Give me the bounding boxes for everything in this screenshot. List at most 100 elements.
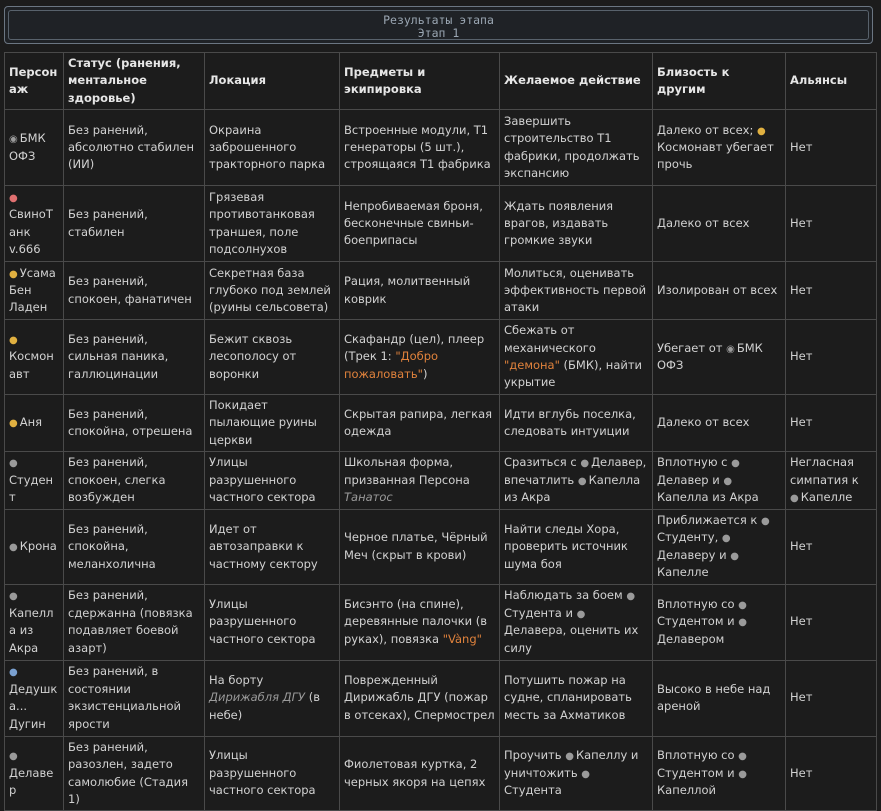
status-cell: Без ранений, разозлен, задето самолюбие …	[63, 735, 205, 811]
items-cell: Непробиваемая броня, бесконечные свиньи-…	[339, 185, 500, 263]
alliances-cell: Нет	[785, 735, 877, 811]
items-cell: Скрытая рапира, легкая одежда	[339, 393, 500, 453]
location-cell: На борту Дирижабля ДГУ (в небе)	[204, 659, 340, 737]
status-cell: Без ранений, абсолютно стабилен (ИИ)	[63, 109, 205, 187]
user-icon: ●	[9, 542, 18, 554]
astronaut-icon: ●	[9, 334, 18, 346]
location-cell: Окраина заброшенного тракторного парка	[204, 109, 340, 187]
items-cell: Поврежденный Дирижабль ДГУ (пожар в отсе…	[339, 659, 500, 737]
old-man-icon: ●	[9, 667, 18, 679]
column-header: Персонаж	[4, 51, 64, 111]
user-icon: ●	[761, 516, 770, 528]
location-cell: Бежит сквозь лесополосу от воронки	[204, 319, 340, 395]
alliances-cell: Нет	[785, 659, 877, 737]
items-cell: Черное платье, Чёрный Меч (скрыт в крови…	[339, 509, 500, 585]
stage-results-header: Результаты этапа Этап 1	[4, 6, 873, 44]
location-cell: Покидает пылающие руины церкви	[204, 393, 340, 453]
user-icon: ●	[577, 475, 587, 487]
column-header: Близость к другим	[652, 51, 786, 111]
user-icon: ●	[738, 617, 748, 629]
character-cell: ● Капелла из Акра	[4, 583, 64, 661]
action-cell: Потушить пожар на судне, спланировать ме…	[499, 659, 653, 737]
alliances-cell: Негласная симпатия к ● Капелле	[785, 451, 877, 511]
action-cell: Наблюдать за боем ●Студента и ●Делавера,…	[499, 583, 653, 661]
location-cell: Грязевая противотанковая траншея, поле п…	[204, 185, 340, 263]
header-subtitle: Этап 1	[417, 26, 460, 40]
character-cell: ● Студент	[4, 451, 64, 511]
user-icon: ●	[723, 475, 733, 487]
alliances-cell: Нет	[785, 185, 877, 263]
proximity-cell: Вплотную со ●Студентом и ●Делавером	[652, 583, 786, 661]
action-text-pre: Сбежать от механического	[504, 323, 596, 355]
character-name: Аня	[19, 415, 43, 430]
user-icon: ●	[9, 458, 18, 470]
user-icon: ●	[581, 768, 591, 780]
character-name: Дедушка... Дугин	[9, 681, 58, 731]
user-icon: ●	[580, 458, 590, 470]
persona-name: Танатос	[344, 490, 393, 505]
action-cell: Найти следы Хора, проверить источник шум…	[499, 509, 653, 585]
proximity-cell: Далеко от всех	[652, 185, 786, 263]
user-icon: ●	[9, 751, 18, 763]
action-cell: Завершить строительство Т1 фабрики, прод…	[499, 109, 653, 187]
demon-quote: "демона"	[504, 358, 560, 373]
items-cell: Бисэнто (на спине), деревянные палочки (…	[339, 583, 500, 661]
table-row: ● Космонавт Без ранений, сильная паника, …	[4, 319, 877, 395]
girl-icon: ●	[9, 418, 18, 430]
proximity-text-pre: Убегает от	[657, 340, 727, 355]
proximity-cell: Высоко в небе над ареной	[652, 659, 786, 737]
action-cell: Ждать появления врагов, издавать громкие…	[499, 185, 653, 263]
character-cell: ◉ БМК ОФЗ	[4, 109, 64, 187]
alliances-cell: Нет	[785, 509, 877, 585]
user-icon: ●	[576, 608, 586, 620]
location-cell: Секретная база глубоко под землей (руины…	[204, 261, 340, 321]
user-icon: ●	[565, 751, 574, 763]
status-cell: Без ранений, в состоянии экзистенциально…	[63, 659, 205, 737]
column-header: Статус (ранения, ментальное здоровье)	[63, 51, 205, 111]
character-cell: ● Крона	[4, 509, 64, 585]
location-cell: Улицы разрушенного частного сектора	[204, 735, 340, 811]
character-name: Студент	[9, 472, 54, 505]
location-cell: Улицы разрушенного частного сектора	[204, 583, 340, 661]
alliances-cell: Нет	[785, 393, 877, 453]
character-cell: ● Космонавт	[4, 319, 64, 395]
astronaut-icon: ●	[757, 125, 766, 137]
proximity-cell: Приближается к ●Студенту, ●Делаверу и ●К…	[652, 509, 786, 585]
items-text-post: )	[422, 366, 428, 381]
character-name: Делавер	[9, 765, 54, 798]
table-row: ● Усама Бен Ладен Без ранений, спокоен, ф…	[4, 261, 877, 321]
status-cell: Без ранений, сильная паника, галлюцинаци…	[63, 319, 205, 395]
location-cell: Улицы разрушенного частного сектора	[204, 451, 340, 511]
table-header-row: Персонаж Статус (ранения, ментальное здо…	[4, 51, 877, 111]
table-row: ● Делавер Без ранений, разозлен, задето с…	[4, 735, 877, 811]
character-name: СвиноТанк v.666	[9, 207, 53, 257]
proximity-cell: Далеко от всех	[652, 393, 786, 453]
table-row: ● Крона Без ранений, спокойна, меланхолич…	[4, 509, 877, 585]
proximity-cell: Изолирован от всех	[652, 261, 786, 321]
items-cell: Скафандр (цел), плеер (Трек 1: "Добро по…	[339, 319, 500, 395]
action-cell: Молиться, оценивать эффективность первой…	[499, 261, 653, 321]
user-icon: ●	[738, 751, 747, 763]
character-cell: ● Делавер	[4, 735, 64, 811]
column-header: Альянсы	[785, 51, 877, 111]
character-name: Крона	[19, 539, 57, 554]
alliances-cell: Нет	[785, 319, 877, 395]
action-cell: Проучить ● Капеллу и уничтожить ●Студента	[499, 735, 653, 811]
table-row: ● Аня Без ранений, спокойна, отрешена Пок…	[4, 393, 877, 453]
alliances-cell: Нет	[785, 261, 877, 321]
robot-icon: ◉	[9, 134, 18, 146]
character-name: Капелла из Акра	[9, 605, 54, 655]
table-row: ● СвиноТанк v.666 Без ранений, стабилен Г…	[4, 185, 877, 263]
proximity-text-post: Космонавт убегает прочь	[657, 140, 774, 172]
user-icon: ●	[730, 550, 739, 562]
status-cell: Без ранений, спокоен, слегка возбужден	[63, 451, 205, 511]
results-table: Персонаж Статус (ранения, ментальное здо…	[4, 51, 877, 811]
character-cell: ● СвиноТанк v.666	[4, 185, 64, 263]
user-icon: ●	[721, 533, 731, 545]
robot-icon: ◉	[726, 343, 735, 355]
action-cell: Сразиться с ● Делавер, впечатлить ● Капелл…	[499, 451, 653, 511]
user-icon: ●	[790, 493, 799, 505]
column-header: Предметы и экипировка	[339, 51, 500, 111]
column-header: Локация	[204, 51, 340, 111]
table-row: ● Студент Без ранений, спокоен, слегка во…	[4, 451, 877, 511]
